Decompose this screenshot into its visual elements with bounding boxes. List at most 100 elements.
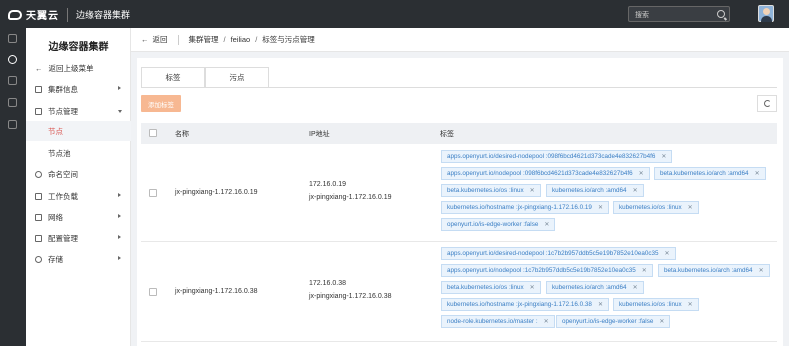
close-icon[interactable]: ✕: [661, 153, 666, 160]
label-text: beta.kubernetes.io/os :linux: [447, 284, 524, 291]
brand-name: 天翼云: [26, 11, 59, 22]
logo[interactable]: 天翼云 边缘容器集群: [8, 7, 130, 22]
breadcrumb-item-cluster[interactable]: feiliao: [231, 35, 251, 44]
top-bar: 天翼云 边缘容器集群 搜索: [0, 0, 789, 28]
sidebar-item-config[interactable]: 配置管理: [26, 228, 131, 248]
close-icon[interactable]: ✕: [530, 187, 535, 194]
label-text: beta.kubernetes.io/arch :amd64: [660, 170, 749, 177]
chevron-right-icon: [118, 256, 121, 260]
close-icon[interactable]: ✕: [688, 301, 693, 308]
arrow-left-icon[interactable]: ←: [141, 35, 149, 44]
grid-icon[interactable]: [8, 34, 17, 43]
sidebar-item-label: 节点池: [48, 148, 71, 158]
label-tag: kubernetes.io/hostname :jx-pingxiang-1.1…: [441, 201, 609, 214]
close-icon[interactable]: ✕: [530, 284, 535, 291]
tab-taints[interactable]: 污点: [205, 67, 269, 88]
refresh-icon: [763, 100, 771, 107]
back-link[interactable]: 返回: [153, 34, 168, 45]
brand-block: 天翼云: [26, 7, 59, 22]
sidebar-item-label: 集群信息: [48, 84, 78, 94]
close-icon[interactable]: ✕: [642, 267, 647, 274]
label-tag: node-role.kubernetes.io/master : ✕: [441, 315, 555, 328]
sidebar-item-network[interactable]: 网络: [26, 207, 131, 227]
search-placeholder: 搜索: [635, 12, 649, 19]
avatar[interactable]: [758, 5, 774, 22]
sidebar-title: 边缘容器集群: [48, 42, 109, 53]
close-icon[interactable]: ✕: [755, 170, 760, 177]
sidebar-item-storage[interactable]: 存储: [26, 249, 131, 269]
close-icon[interactable]: ✕: [664, 250, 669, 257]
sidebar-item-back[interactable]: ← 返回上级菜单: [26, 58, 131, 78]
settings-icon[interactable]: [8, 120, 17, 129]
label-text: kubernetes.io/os :linux: [619, 204, 682, 211]
sidebar-item-workloads[interactable]: 工作负载: [26, 186, 131, 206]
label-tag: beta.kubernetes.io/os :linux ✕: [441, 281, 541, 294]
close-icon[interactable]: ✕: [659, 318, 664, 325]
sidebar-item-label: 返回上级菜单: [48, 63, 94, 73]
label-text: node-role.kubernetes.io/master :: [447, 318, 538, 325]
column-header-labels: 标签: [440, 131, 454, 138]
sidebar-item-cluster-info[interactable]: 集群信息: [26, 79, 131, 99]
label-tag: apps.openyurt.io/desired-nodepool :098f6…: [441, 150, 673, 163]
cloud-icon[interactable]: [8, 55, 17, 64]
tab-labels[interactable]: 标签: [141, 67, 205, 88]
camera-icon[interactable]: [8, 98, 17, 107]
sidebar-item-label: 工作负载: [48, 191, 78, 201]
product-name: 边缘容器集群: [76, 10, 131, 20]
network-icon: [35, 213, 42, 221]
storage-icon: [35, 255, 42, 263]
label-text: beta.kubernetes.io/arch :amd64: [664, 267, 753, 274]
chevron-right-icon: [118, 86, 121, 90]
column-header-ip: IP地址: [309, 131, 330, 138]
close-icon[interactable]: ✕: [544, 318, 549, 325]
sidebar-item-namespaces[interactable]: 命名空间: [26, 164, 131, 184]
close-icon[interactable]: ✕: [639, 170, 644, 177]
label-text: beta.kubernetes.io/os :linux: [447, 187, 524, 194]
add-label-button[interactable]: 添加标签: [141, 95, 181, 112]
close-icon[interactable]: ✕: [688, 204, 693, 211]
close-icon[interactable]: ✕: [544, 221, 549, 228]
label-text: kubernetes.io/os :linux: [619, 301, 682, 308]
sidebar-item-label: 存储: [48, 254, 63, 264]
search-icon[interactable]: [717, 10, 725, 18]
close-icon[interactable]: ✕: [633, 187, 638, 194]
table-row: jx-pingxiang-1.172.16.0.38 172.16.0.38 j…: [141, 242, 777, 342]
row-checkbox[interactable]: [149, 189, 157, 197]
label-text: apps.openyurt.io/nodepool :1c7b2b957ddb5…: [447, 267, 636, 274]
breadcrumb-separator: /: [223, 35, 226, 44]
sidebar-item-label: 命名空间: [48, 169, 78, 179]
select-all-checkbox[interactable]: [149, 129, 157, 137]
close-icon[interactable]: ✕: [759, 267, 764, 274]
sidebar-item-node-pools[interactable]: 节点池: [26, 143, 131, 163]
nodes-icon[interactable]: [8, 76, 17, 85]
breadcrumb: ← 返回 集群管理 / feiliao / 标签与污点管理: [131, 28, 789, 52]
chevron-right-icon: [118, 235, 121, 239]
close-icon[interactable]: ✕: [598, 204, 603, 211]
search-input[interactable]: 搜索: [628, 6, 730, 22]
node-name: jx-pingxiang-1.172.16.0.19: [175, 189, 258, 196]
tab-underline: [141, 87, 777, 88]
main-panel: 标签 污点 添加标签 名称 IP地址 标签 jx-pingxiang-1.172…: [137, 58, 783, 346]
label-tag: beta.kubernetes.io/arch :amd64 ✕: [654, 167, 766, 180]
tab-bar: 标签 污点: [141, 67, 269, 88]
refresh-button[interactable]: [757, 95, 777, 112]
sidebar-item-nodes[interactable]: 节点: [26, 121, 131, 141]
sidebar-item-label: 节点: [48, 126, 63, 136]
chevron-right-icon: [118, 193, 121, 197]
close-icon[interactable]: ✕: [598, 301, 603, 308]
label-text: openyurt.io/is-edge-worker :false: [562, 318, 654, 325]
sidebar-item-node-management[interactable]: 节点管理: [26, 101, 131, 121]
table-header: 名称 IP地址 标签: [141, 123, 777, 144]
node-icon: [35, 107, 42, 115]
breadcrumb-divider: [177, 34, 179, 45]
chevron-right-icon: [118, 214, 121, 218]
row-checkbox[interactable]: [149, 288, 157, 296]
close-icon[interactable]: ✕: [633, 284, 638, 291]
label-tag: beta.kubernetes.io/os :linux ✕: [441, 184, 541, 197]
breadcrumb-separator: /: [255, 35, 258, 44]
logo-divider: [67, 7, 68, 22]
label-tag: beta.kubernetes.io/arch :amd64 ✕: [658, 264, 770, 277]
sidebar-item-label: 配置管理: [48, 233, 78, 243]
table-row: jx-pingxiang-1.172.16.0.19 172.16.0.19 j…: [141, 144, 777, 242]
breadcrumb-item-cluster-management[interactable]: 集群管理: [189, 34, 219, 45]
